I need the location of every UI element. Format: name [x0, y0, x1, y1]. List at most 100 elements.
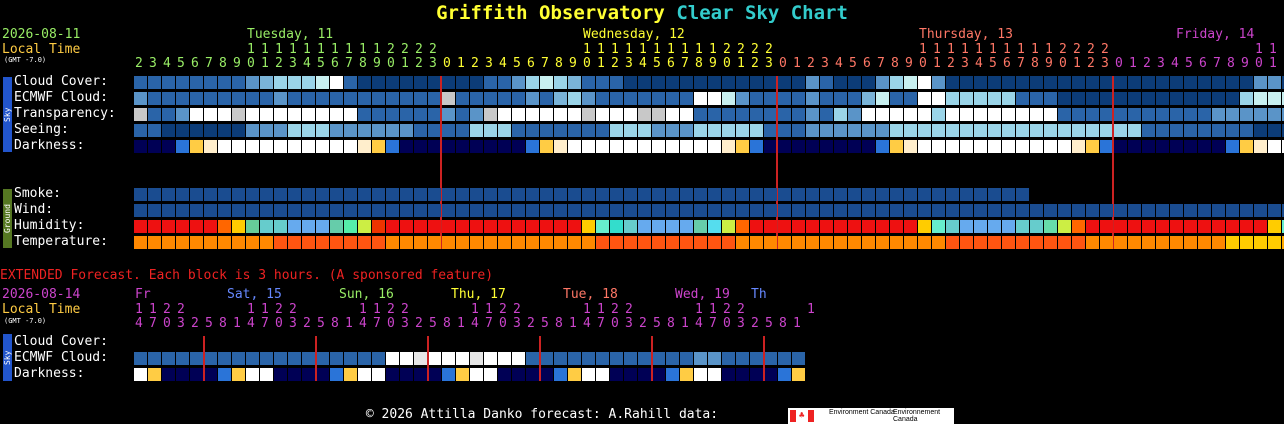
hour-units-label: 2 [751, 56, 759, 71]
hour-units-label: 3 [625, 56, 633, 71]
hour-units-label: 1 [261, 56, 269, 71]
ext-hour-units: 3 [401, 316, 409, 331]
forecast-cell [708, 92, 721, 105]
forecast-cell [1044, 92, 1057, 105]
ground-cell [1030, 220, 1043, 233]
ground-cell [1114, 204, 1127, 217]
ext-cell [694, 368, 707, 381]
forecast-cell [1268, 108, 1281, 121]
ext-hour-units: 5 [541, 316, 549, 331]
ground-cell [274, 220, 287, 233]
hour-units-label: 9 [1045, 56, 1053, 71]
ground-cell [162, 188, 175, 201]
hour-units-label: 7 [345, 56, 353, 71]
ground-cell [694, 188, 707, 201]
ground-cell [218, 220, 231, 233]
ext-cell [232, 352, 245, 365]
ground-cell [806, 220, 819, 233]
hour-tens-label: 1 [1031, 42, 1039, 57]
forecast-cell [1212, 140, 1225, 153]
ext-cell [386, 368, 399, 381]
ground-cell [232, 220, 245, 233]
ground-cell [1240, 204, 1253, 217]
hour-tens-label: 1 [611, 42, 619, 57]
ground-cell [400, 188, 413, 201]
row-label: ECMWF Cloud: [14, 90, 108, 105]
forecast-cell [1058, 108, 1071, 121]
ext-day-divider-line [203, 336, 205, 381]
forecast-cell [722, 108, 735, 121]
ground-cell [610, 220, 623, 233]
ground-cell [848, 188, 861, 201]
forecast-cell [540, 124, 553, 137]
ground-cell [372, 204, 385, 217]
ground-cell [1114, 236, 1127, 249]
forecast-cell [1016, 140, 1029, 153]
hour-tens-label: 1 [681, 42, 689, 57]
ext-cell [568, 368, 581, 381]
forecast-cell [442, 92, 455, 105]
ext-day-label: Thu, 17 [451, 287, 506, 302]
hour-units-label: 4 [975, 56, 983, 71]
maple-leaf-icon: ♣ [799, 411, 805, 421]
forecast-cell [302, 140, 315, 153]
forecast-cell [1086, 124, 1099, 137]
hour-units-label: 6 [1003, 56, 1011, 71]
ground-cell [1128, 220, 1141, 233]
hour-tens-label: 1 [373, 42, 381, 57]
forecast-cell [596, 76, 609, 89]
forecast-cell [792, 140, 805, 153]
hour-units-label: 2 [415, 56, 423, 71]
ext-hour-units: 1 [793, 316, 801, 331]
forecast-cell [1128, 124, 1141, 137]
ext-hour-tens: 1 [583, 302, 591, 317]
ext-cell [582, 352, 595, 365]
hour-units-label: 9 [233, 56, 241, 71]
ext-cell [526, 352, 539, 365]
forecast-cell [778, 124, 791, 137]
ground-cell [344, 204, 357, 217]
environment-canada-logo[interactable]: ♣ Environment Canada Environnement Canad… [788, 408, 954, 424]
forecast-cell [288, 124, 301, 137]
ground-cell [1058, 236, 1071, 249]
hour-tens-label: 1 [345, 42, 353, 57]
ext-hour-units: 8 [779, 316, 787, 331]
ext-hour-tens: 2 [513, 302, 521, 317]
ground-cell [498, 236, 511, 249]
row-label: Cloud Cover: [14, 74, 108, 89]
ground-cell [316, 220, 329, 233]
forecast-cell [596, 140, 609, 153]
ext-cell [428, 352, 441, 365]
ground-cell [358, 188, 371, 201]
ext-hour-tens: 1 [261, 302, 269, 317]
forecast-cell [302, 108, 315, 121]
forecast-cell [470, 140, 483, 153]
forecast-cell [708, 108, 721, 121]
forecast-cell [666, 108, 679, 121]
ground-cell [344, 236, 357, 249]
hour-units-label: 8 [695, 56, 703, 71]
hour-units-label: 0 [919, 56, 927, 71]
forecast-cell [134, 92, 147, 105]
ext-cell [666, 352, 679, 365]
ext-day-label: Wed, 19 [675, 287, 730, 302]
ground-cell [778, 220, 791, 233]
ground-cell [680, 220, 693, 233]
hour-units-label: 9 [569, 56, 577, 71]
forecast-cell [624, 76, 637, 89]
ground-cell [1002, 188, 1015, 201]
forecast-cell [834, 124, 847, 137]
hour-units-label: 3 [1101, 56, 1109, 71]
ext-hour-tens: 2 [499, 302, 507, 317]
ext-cell [148, 368, 161, 381]
forecast-cell [554, 76, 567, 89]
forecast-cell [890, 124, 903, 137]
main-gmt: (GMT -7.0) [4, 56, 47, 64]
ground-cell [904, 220, 917, 233]
ext-local-time: Local Time [2, 302, 81, 317]
ext-hour-units: 0 [275, 316, 283, 331]
chart-title: Griffith Observatory Clear Sky Chart [0, 2, 1284, 24]
hour-units-label: 1 [933, 56, 941, 71]
extended-notice: EXTENDED Forecast. Each block is 3 hours… [0, 268, 494, 283]
forecast-cell [414, 140, 427, 153]
